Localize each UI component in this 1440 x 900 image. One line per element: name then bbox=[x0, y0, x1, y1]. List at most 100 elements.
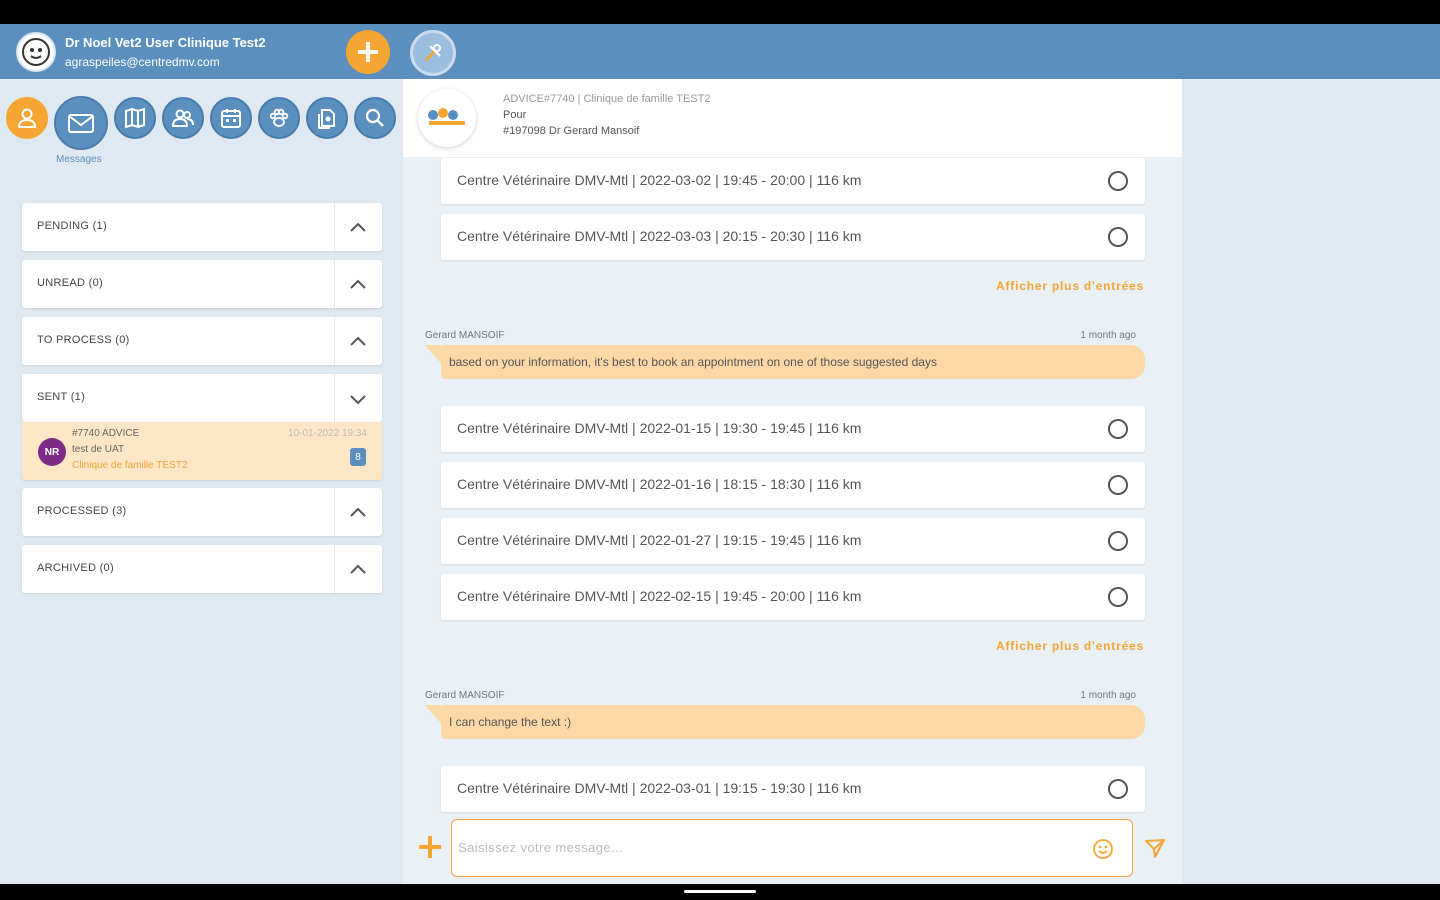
home-handle[interactable] bbox=[684, 890, 756, 893]
section-archived-label: ARCHIVED (0) bbox=[37, 562, 114, 574]
divider bbox=[334, 203, 335, 251]
paw-icon bbox=[269, 108, 289, 127]
top-header: Dr Noel Vet2 User Clinique Test2 agraspe… bbox=[0, 24, 1440, 79]
right-panel bbox=[1182, 79, 1440, 884]
message-sender: Gerard MANSOIF bbox=[425, 330, 505, 341]
message-composer: Saisissez votre message... bbox=[403, 814, 1182, 884]
bubble-tail bbox=[425, 345, 441, 363]
conversation-header: ADVICE#7740 | Clinique de famille TEST2 … bbox=[403, 79, 1182, 157]
show-more-link[interactable]: Afficher plus d'entrées bbox=[996, 639, 1144, 653]
people-icon bbox=[171, 109, 194, 127]
user-avatar[interactable] bbox=[16, 32, 56, 72]
message-time: 1 month ago bbox=[1080, 690, 1136, 701]
slot-text: Centre Vétérinaire DMV-Mtl | 2022-01-15 … bbox=[457, 420, 862, 436]
divider bbox=[334, 545, 335, 593]
nav-calendar-button[interactable] bbox=[210, 97, 252, 139]
chevron-up-icon[interactable] bbox=[347, 217, 369, 239]
nav-messages-button[interactable] bbox=[54, 96, 108, 150]
appointment-slot[interactable]: Centre Vétérinaire DMV-Mtl | 2022-03-02 … bbox=[441, 158, 1145, 204]
slot-radio[interactable] bbox=[1108, 531, 1128, 551]
conversation-for-label: Pour bbox=[503, 109, 527, 121]
nav-profile-button[interactable] bbox=[6, 97, 48, 139]
sent-message-item[interactable]: NR #7740 ADVICE test de UAT Clinique de … bbox=[22, 422, 382, 480]
slot-radio[interactable] bbox=[1108, 779, 1128, 799]
emoji-icon[interactable] bbox=[1092, 838, 1114, 860]
tools-icon bbox=[424, 44, 441, 62]
search-icon bbox=[365, 108, 384, 127]
message-input-placeholder: Saisissez votre message... bbox=[458, 840, 624, 855]
divider bbox=[334, 488, 335, 536]
section-archived[interactable]: ARCHIVED (0) bbox=[22, 545, 382, 593]
appointment-slot[interactable]: Centre Vétérinaire DMV-Mtl | 2022-01-15 … bbox=[441, 406, 1145, 452]
messages-label: Messages bbox=[56, 154, 102, 165]
section-processed-label: PROCESSED (3) bbox=[37, 505, 127, 517]
system-nav-bar bbox=[0, 884, 1440, 900]
sent-item-badge: 8 bbox=[350, 448, 366, 466]
message-text: based on your information, it's best to … bbox=[449, 355, 937, 369]
nav-contacts-button[interactable] bbox=[162, 97, 204, 139]
slot-text: Centre Vétérinaire DMV-Mtl | 2022-01-27 … bbox=[457, 532, 862, 548]
message-bubble: I can change the text :) bbox=[425, 705, 1145, 739]
nav-pets-button[interactable] bbox=[258, 97, 300, 139]
appointment-slot[interactable]: Centre Vétérinaire DMV-Mtl | 2022-02-15 … bbox=[441, 574, 1145, 620]
section-processed[interactable]: PROCESSED (3) bbox=[22, 488, 382, 536]
conversation-recipient: #197098 Dr Gerard Mansoif bbox=[503, 125, 640, 137]
left-panel: Messages PENDING (1) UNREAD (0) TO PROCE… bbox=[0, 79, 403, 884]
slot-radio[interactable] bbox=[1108, 475, 1128, 495]
appointment-slot[interactable]: Centre Vétérinaire DMV-Mtl | 2022-01-27 … bbox=[441, 518, 1145, 564]
section-pending-label: PENDING (1) bbox=[37, 220, 107, 232]
nav-search-button[interactable] bbox=[354, 97, 396, 139]
message-bubble: based on your information, it's best to … bbox=[425, 345, 1145, 379]
conversation-ref: ADVICE#7740 | Clinique de famille TEST2 bbox=[503, 93, 711, 105]
section-to-process[interactable]: TO PROCESS (0) bbox=[22, 317, 382, 365]
clinic-logo-icon bbox=[428, 108, 465, 125]
status-bar bbox=[0, 0, 1440, 24]
chevron-up-icon[interactable] bbox=[347, 331, 369, 353]
new-request-button[interactable] bbox=[346, 30, 390, 74]
map-icon bbox=[125, 107, 145, 129]
slot-text: Centre Vétérinaire DMV-Mtl | 2022-01-16 … bbox=[457, 476, 862, 492]
user-email: agraspeiles@centredmv.com bbox=[65, 55, 220, 69]
slot-text: Centre Vétérinaire DMV-Mtl | 2022-02-15 … bbox=[457, 588, 862, 604]
chevron-up-icon[interactable] bbox=[347, 274, 369, 296]
section-sent[interactable]: SENT (1) bbox=[22, 374, 382, 422]
slot-radio[interactable] bbox=[1108, 171, 1128, 191]
slot-radio[interactable] bbox=[1108, 587, 1128, 607]
chevron-up-icon[interactable] bbox=[347, 502, 369, 524]
slot-text: Centre Vétérinaire DMV-Mtl | 2022-03-02 … bbox=[457, 172, 862, 188]
section-sent-label: SENT (1) bbox=[37, 391, 86, 403]
slot-radio[interactable] bbox=[1108, 419, 1128, 439]
appointment-slot[interactable]: Centre Vétérinaire DMV-Mtl | 2022-03-01 … bbox=[441, 766, 1145, 812]
tools-button[interactable] bbox=[410, 30, 456, 76]
appointment-slot[interactable]: Centre Vétérinaire DMV-Mtl | 2022-01-16 … bbox=[441, 462, 1145, 508]
sender-avatar: NR bbox=[38, 438, 66, 466]
clinic-logo bbox=[418, 89, 476, 147]
nav-documents-button[interactable] bbox=[306, 97, 348, 139]
sent-item-subtitle: test de UAT bbox=[72, 444, 125, 455]
slot-radio[interactable] bbox=[1108, 227, 1128, 247]
sent-item-clinic: Clinique de famille TEST2 bbox=[72, 460, 188, 471]
show-more-link[interactable]: Afficher plus d'entrées bbox=[996, 279, 1144, 293]
section-pending[interactable]: PENDING (1) bbox=[22, 203, 382, 251]
section-unread[interactable]: UNREAD (0) bbox=[22, 260, 382, 308]
message-sender: Gerard MANSOIF bbox=[425, 690, 505, 701]
bubble-tail bbox=[425, 705, 441, 723]
message-input[interactable]: Saisissez votre message... bbox=[451, 819, 1133, 877]
appointment-slot[interactable]: Centre Vétérinaire DMV-Mtl | 2022-03-03 … bbox=[441, 214, 1145, 260]
divider bbox=[334, 317, 335, 365]
message-text: I can change the text :) bbox=[449, 715, 572, 729]
chevron-down-icon[interactable] bbox=[347, 388, 369, 410]
user-name: Dr Noel Vet2 User Clinique Test2 bbox=[65, 35, 266, 50]
section-to-process-label: TO PROCESS (0) bbox=[37, 334, 130, 346]
nav-map-button[interactable] bbox=[114, 97, 156, 139]
documents-icon bbox=[318, 109, 335, 129]
person-icon bbox=[17, 108, 37, 128]
plus-icon bbox=[358, 42, 378, 62]
slot-text: Centre Vétérinaire DMV-Mtl | 2022-03-01 … bbox=[457, 780, 862, 796]
slot-text: Centre Vétérinaire DMV-Mtl | 2022-03-03 … bbox=[457, 228, 862, 244]
send-icon[interactable] bbox=[1143, 836, 1167, 860]
chevron-up-icon[interactable] bbox=[347, 559, 369, 581]
dog-face-icon bbox=[22, 38, 50, 66]
conversation-panel: ADVICE#7740 | Clinique de famille TEST2 … bbox=[403, 79, 1182, 884]
attach-plus-icon[interactable] bbox=[417, 834, 443, 860]
